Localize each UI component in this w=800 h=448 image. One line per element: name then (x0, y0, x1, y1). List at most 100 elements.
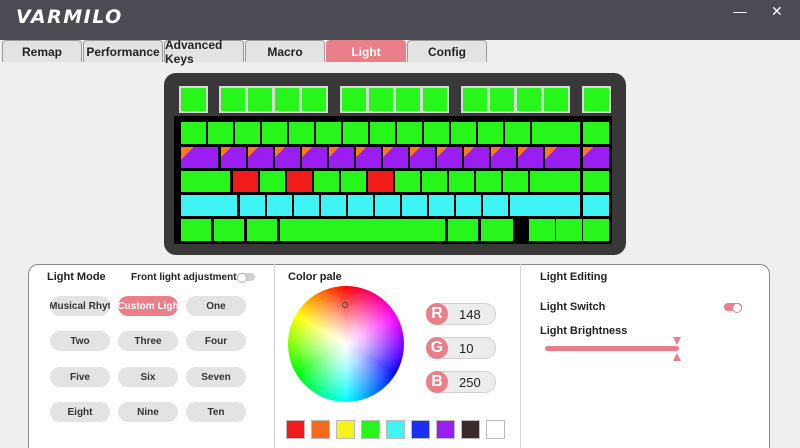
mode-button[interactable]: Four (186, 331, 246, 351)
keyboard-key[interactable] (273, 86, 301, 113)
tab-performance[interactable]: Performance (83, 40, 163, 62)
keyboard-key[interactable] (287, 171, 312, 192)
keyboard-key[interactable] (321, 195, 346, 216)
light-switch-toggle[interactable] (724, 303, 742, 313)
color-swatch[interactable] (286, 420, 305, 439)
keyboard-key[interactable] (248, 147, 273, 168)
keyboard-key[interactable] (437, 147, 462, 168)
keyboard-key[interactable] (181, 219, 211, 241)
keyboard-key[interactable] (488, 86, 516, 113)
keyboard-key[interactable] (491, 147, 516, 168)
keyboard-key[interactable] (214, 219, 244, 241)
brightness-slider-handle[interactable] (673, 337, 681, 361)
keyboard-key[interactable] (510, 195, 580, 216)
keyboard-key[interactable] (478, 122, 503, 144)
keyboard-key[interactable] (397, 122, 422, 144)
keyboard-key[interactable] (532, 122, 580, 144)
keyboard-key[interactable] (448, 219, 478, 241)
mode-button[interactable]: Eight (50, 402, 110, 422)
color-swatch[interactable] (486, 420, 505, 439)
keyboard-key[interactable] (583, 171, 609, 192)
mode-button-selected[interactable]: Custom Ligh (118, 296, 178, 316)
keyboard-key[interactable] (368, 171, 393, 192)
keyboard-key[interactable] (395, 171, 420, 192)
keyboard-key[interactable] (456, 195, 481, 216)
keyboard-key[interactable] (422, 171, 447, 192)
close-icon[interactable]: ✕ (771, 4, 783, 18)
keyboard-key[interactable] (262, 122, 287, 144)
keyboard-key[interactable] (240, 195, 265, 216)
keyboard-key[interactable] (505, 122, 530, 144)
keyboard-key[interactable] (518, 147, 543, 168)
color-swatch[interactable] (311, 420, 330, 439)
tab-remap[interactable]: Remap (2, 40, 82, 62)
keyboard-key[interactable] (267, 195, 292, 216)
keyboard-key[interactable] (208, 122, 233, 144)
keyboard-key[interactable] (370, 122, 395, 144)
keyboard-key[interactable] (429, 195, 454, 216)
keyboard-key[interactable] (545, 147, 580, 168)
keyboard-key[interactable] (583, 219, 609, 241)
keyboard-key[interactable] (375, 195, 400, 216)
keyboard-key[interactable] (481, 219, 513, 241)
keyboard-key[interactable] (356, 147, 381, 168)
keyboard-key[interactable] (383, 147, 408, 168)
keyboard-key[interactable] (314, 171, 339, 192)
keyboard-key[interactable] (246, 86, 274, 113)
color-swatch[interactable] (361, 420, 380, 439)
keyboard-key[interactable] (583, 147, 609, 168)
keyboard-key[interactable] (247, 219, 277, 241)
keyboard-key[interactable] (367, 86, 395, 113)
color-swatch[interactable] (411, 420, 430, 439)
keyboard-key[interactable] (235, 122, 260, 144)
keyboard-key[interactable] (219, 86, 247, 113)
mode-button[interactable]: Seven (186, 367, 246, 387)
tab-config[interactable]: Config (407, 40, 487, 62)
mode-button[interactable]: Nine (118, 402, 178, 422)
keyboard-key[interactable] (583, 195, 609, 216)
front-light-toggle[interactable] (237, 273, 255, 283)
color-swatch[interactable] (336, 420, 355, 439)
keyboard-key[interactable] (503, 171, 528, 192)
keyboard-key[interactable] (410, 147, 435, 168)
keyboard-key[interactable] (181, 147, 218, 168)
keyboard-key[interactable] (483, 195, 508, 216)
mode-button[interactable]: Three (118, 331, 178, 351)
keyboard-key[interactable] (181, 195, 237, 216)
tab-macro[interactable]: Macro (245, 40, 325, 62)
keyboard-key[interactable] (464, 147, 489, 168)
keyboard-key[interactable] (515, 86, 543, 113)
keyboard-key[interactable] (275, 147, 300, 168)
keyboard-key[interactable] (476, 171, 501, 192)
mode-button[interactable]: Five (50, 367, 110, 387)
keyboard-key[interactable] (260, 171, 285, 192)
mode-button[interactable]: Ten (186, 402, 246, 422)
keyboard-key[interactable] (556, 219, 582, 241)
keyboard-key[interactable] (348, 195, 373, 216)
keyboard-key[interactable] (294, 195, 319, 216)
keyboard-key[interactable] (233, 171, 258, 192)
color-swatch[interactable] (386, 420, 405, 439)
mode-button[interactable]: Two (50, 331, 110, 351)
keyboard-key[interactable] (341, 171, 366, 192)
keyboard-key[interactable] (302, 147, 327, 168)
keyboard-key[interactable] (221, 147, 246, 168)
color-swatch[interactable] (436, 420, 455, 439)
mode-button[interactable]: Musical Rhyt (50, 296, 110, 316)
keyboard-key[interactable] (340, 86, 368, 113)
keyboard-key[interactable] (300, 86, 328, 113)
keyboard-key[interactable] (280, 219, 445, 241)
keyboard-key[interactable] (421, 86, 449, 113)
keyboard-key[interactable] (424, 122, 449, 144)
tab-advanced-keys[interactable]: Advanced Keys (164, 38, 244, 66)
keyboard-key[interactable] (179, 86, 208, 113)
brightness-slider[interactable] (545, 346, 679, 351)
keyboard-key[interactable] (289, 122, 314, 144)
keyboard-key[interactable] (343, 122, 368, 144)
keyboard-key[interactable] (451, 122, 476, 144)
tab-light[interactable]: Light (326, 40, 406, 62)
color-wheel-marker[interactable] (342, 302, 348, 308)
keyboard-key[interactable] (394, 86, 422, 113)
color-swatch[interactable] (461, 420, 480, 439)
keyboard-key[interactable] (316, 122, 341, 144)
